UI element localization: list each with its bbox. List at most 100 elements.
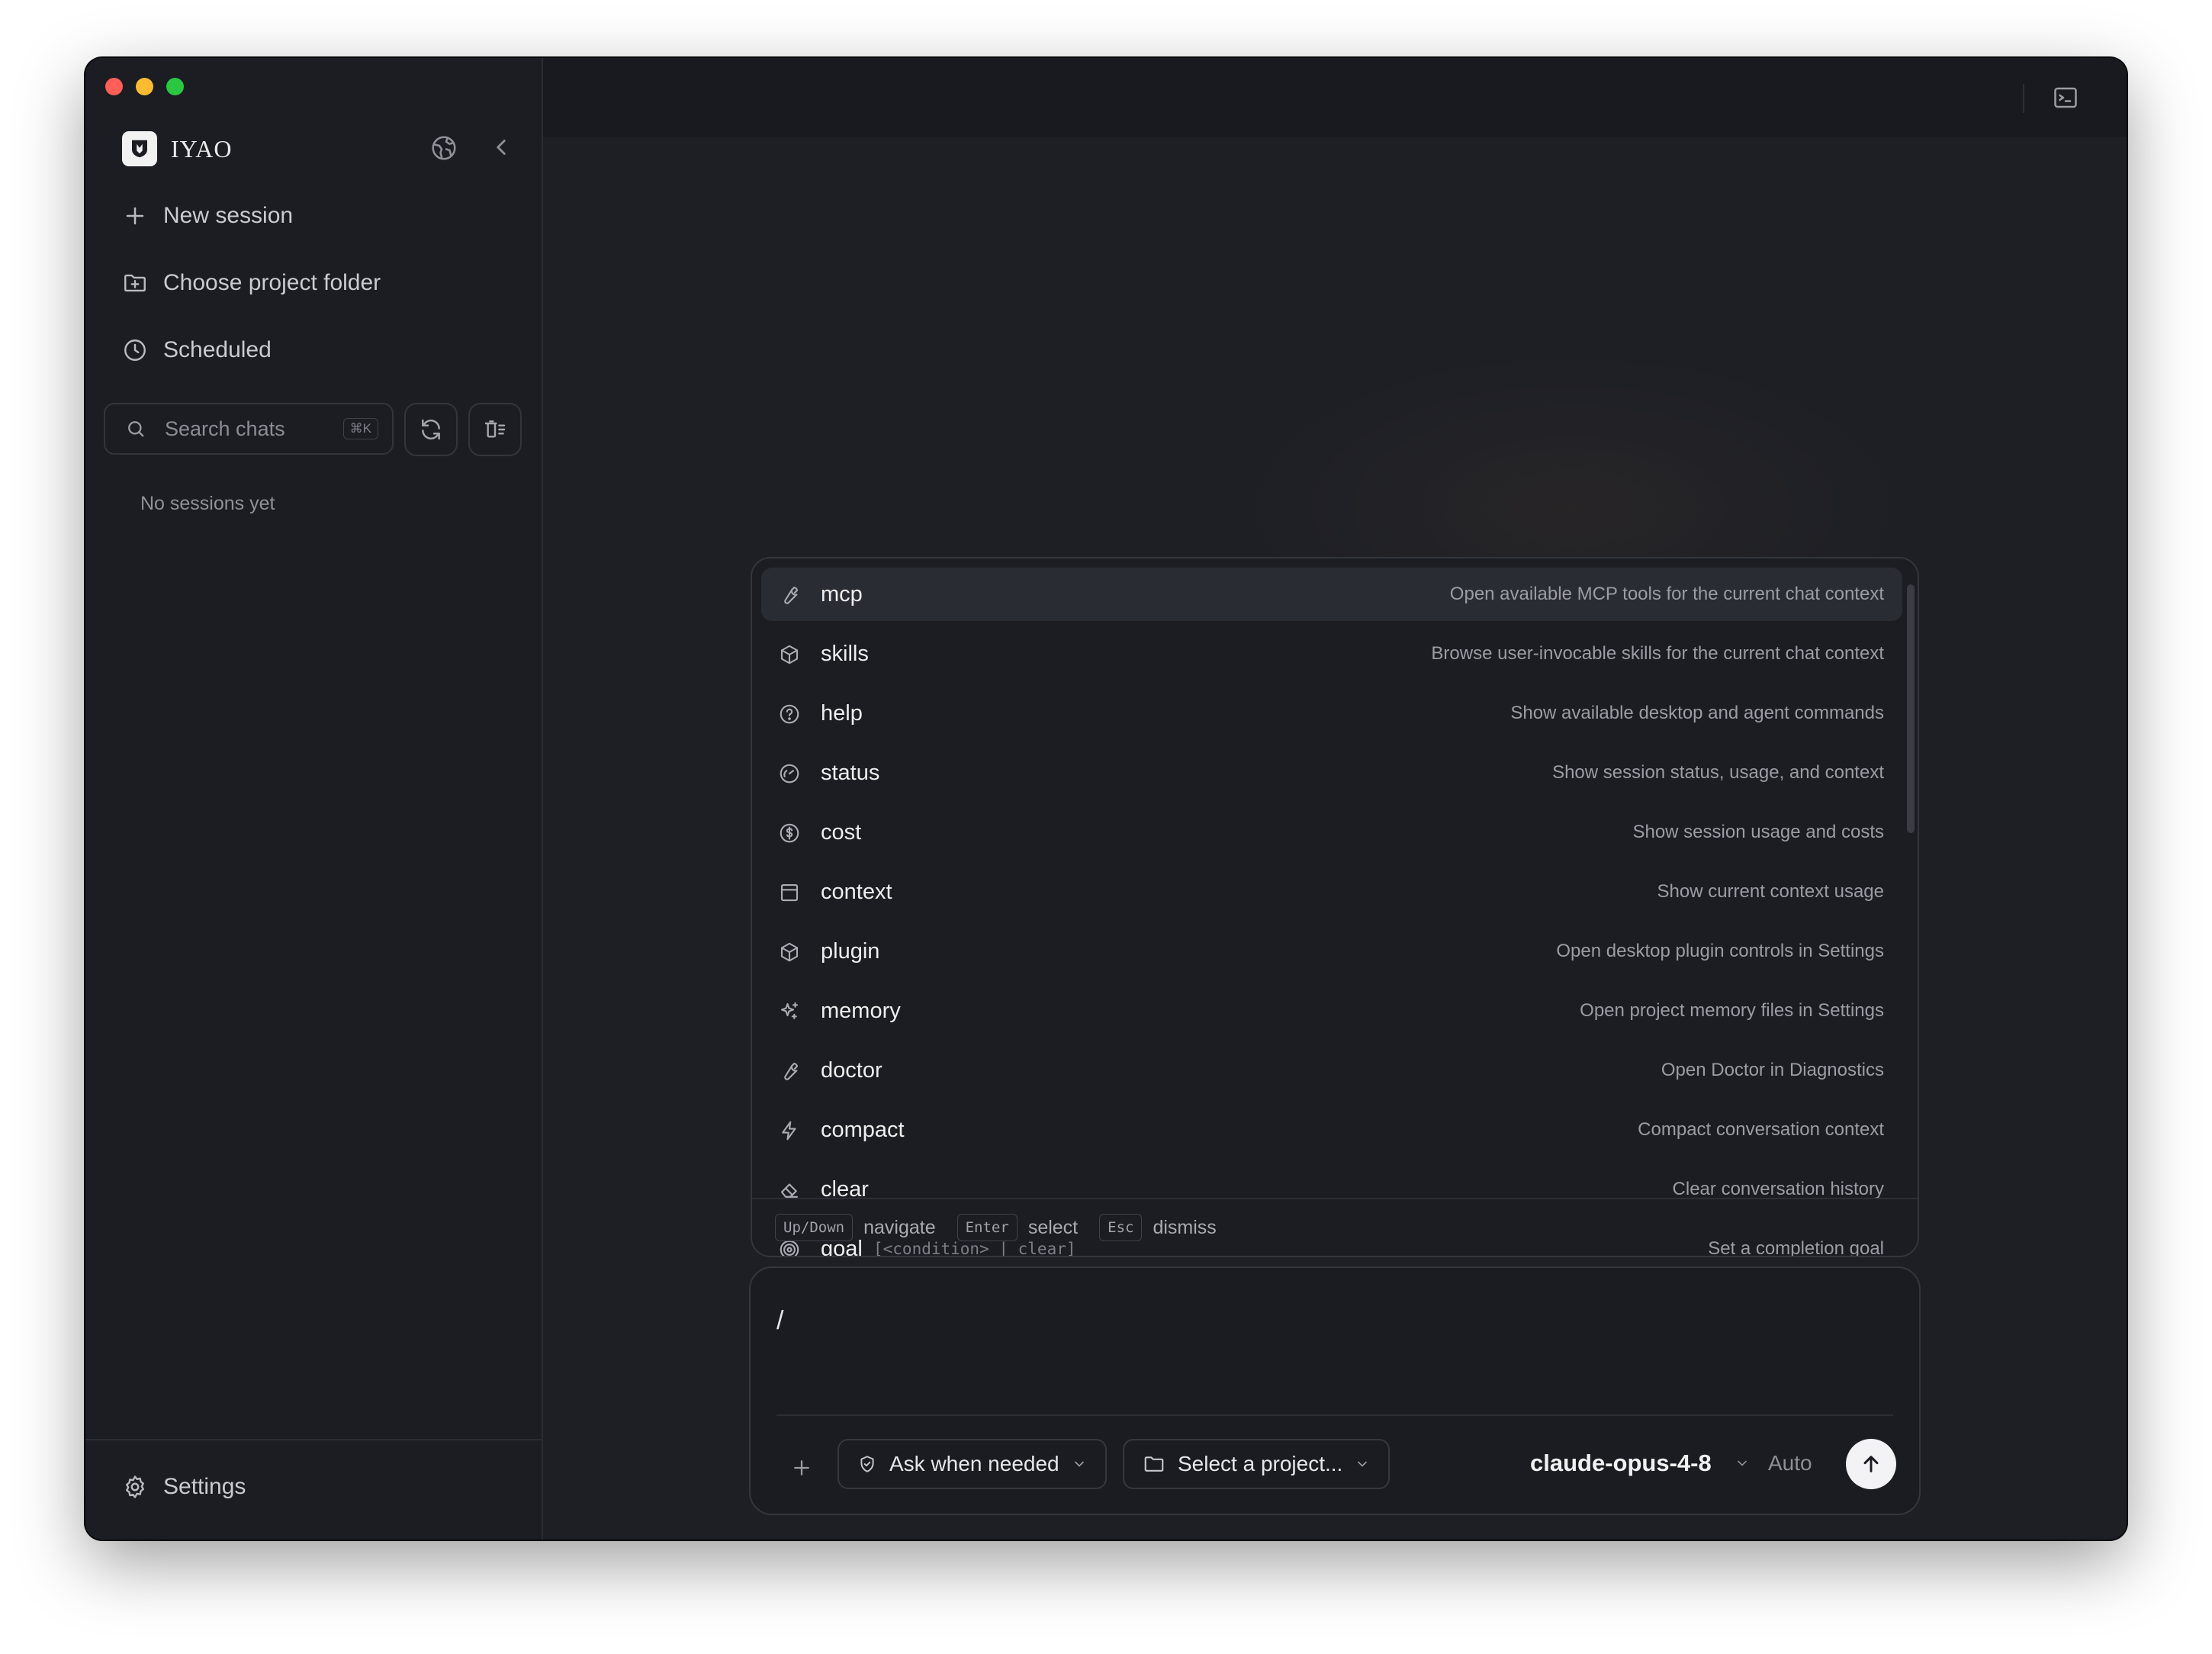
chevron-down-icon[interactable] <box>1735 1456 1750 1475</box>
globe-icon[interactable] <box>430 134 458 166</box>
folder-plus-icon <box>124 274 146 292</box>
command-name: doctor <box>821 1057 883 1083</box>
new-session-label: New session <box>163 203 294 228</box>
help-circle-icon <box>780 704 799 724</box>
command-description: Show session usage and costs <box>1632 822 1884 842</box>
command-description: Show session status, usage, and context <box>1552 762 1884 783</box>
command-description: Open Doctor in Diagnostics <box>1661 1060 1884 1080</box>
app-window: IYAO New session Choose project folder S… <box>85 58 2127 1540</box>
zap-icon <box>782 1121 796 1141</box>
command-item-help[interactable]: help Show available desktop and agent com… <box>761 687 1902 740</box>
command-name: mcp <box>821 581 863 607</box>
choose-project-folder-button[interactable]: Choose project folder <box>122 270 381 296</box>
command-item-memory[interactable]: memory Open project memory files in Setti… <box>761 984 1902 1038</box>
sidebar-divider <box>85 1439 542 1440</box>
command-description: Browse user-invocable skills for the cur… <box>1431 643 1884 664</box>
collapse-sidebar-icon[interactable] <box>488 134 514 164</box>
command-item-status[interactable]: status Show session status, usage, and co… <box>761 746 1902 800</box>
palette-footer: Up/Down navigate Enter select Esc dismis… <box>752 1198 1918 1256</box>
command-item-context[interactable]: context Show current context usage <box>761 865 1902 919</box>
app-name: IYAO <box>171 134 233 163</box>
empty-sessions-text: No sessions yet <box>140 493 275 514</box>
dismiss-key: Esc <box>1099 1214 1143 1241</box>
command-item-compact[interactable]: compact Compact conversation context <box>761 1103 1902 1157</box>
clock-icon <box>124 339 146 361</box>
search-icon <box>128 421 144 437</box>
command-name: cost <box>821 819 862 845</box>
maximize-window-button[interactable] <box>166 78 184 95</box>
command-item-plugin[interactable]: plugin Open desktop plugin controls in Se… <box>761 925 1902 978</box>
command-item-mcp[interactable]: mcp Open available MCP tools for the curr… <box>761 568 1902 621</box>
send-button[interactable] <box>1846 1439 1896 1489</box>
new-session-button[interactable]: New session <box>122 203 293 229</box>
scheduled-button[interactable]: Scheduled <box>122 337 272 363</box>
minimize-window-button[interactable] <box>136 78 153 95</box>
settings-button[interactable]: Settings <box>122 1474 246 1500</box>
settings-label: Settings <box>163 1474 246 1499</box>
command-description: Open desktop plugin controls in Settings <box>1556 941 1884 961</box>
command-name: help <box>821 700 863 726</box>
trash-list-icon <box>484 420 506 438</box>
scheduled-label: Scheduled <box>163 337 272 362</box>
permission-select[interactable]: Ask when needed <box>838 1439 1107 1489</box>
model-selector[interactable]: claude-opus-4-8 <box>1530 1450 1712 1477</box>
top-bar <box>543 58 2127 137</box>
permission-label: Ask when needed <box>889 1452 1059 1475</box>
command-name: skills <box>821 641 869 666</box>
shield-check-icon <box>860 1456 874 1472</box>
top-bar-divider <box>2023 84 2024 113</box>
package-icon <box>780 645 799 664</box>
command-description: Show available desktop and agent command… <box>1510 703 1884 723</box>
composer-divider <box>776 1414 1893 1416</box>
gear-icon <box>126 1475 144 1498</box>
brand: IYAO <box>122 131 232 166</box>
chevron-down-icon <box>1074 1461 1084 1467</box>
command-name: plugin <box>821 938 880 964</box>
arrow-up-icon <box>1863 1456 1879 1472</box>
select-hint: select <box>1027 1216 1079 1238</box>
scrollbar[interactable] <box>1907 584 1915 833</box>
wrench-icon <box>784 1062 799 1080</box>
terminal-icon[interactable] <box>2052 84 2079 115</box>
choose-project-folder-label: Choose project folder <box>163 270 381 295</box>
sidebar: IYAO New session Choose project folder S… <box>85 58 543 1540</box>
dismiss-hint: dismiss <box>1153 1216 1217 1238</box>
command-name: context <box>821 879 892 904</box>
close-window-button[interactable] <box>105 78 123 95</box>
refresh-button[interactable] <box>404 403 458 456</box>
project-label: Select a project... <box>1178 1452 1343 1475</box>
select-key: Enter <box>956 1214 1018 1241</box>
message-input[interactable]: / <box>776 1306 783 1336</box>
search-shortcut: ⌘K <box>342 418 378 439</box>
package-icon <box>780 942 799 962</box>
project-select[interactable]: Select a project... <box>1123 1439 1391 1489</box>
refresh-icon <box>422 419 440 440</box>
command-description: Show current context usage <box>1657 881 1884 902</box>
app-logo-icon <box>122 131 157 166</box>
command-palette: mcp Open available MCP tools for the curr… <box>751 557 1919 1257</box>
command-item-skills[interactable]: skills Browse user-invocable skills for t… <box>761 627 1902 681</box>
sparkles-icon <box>780 1002 799 1019</box>
mode-selector[interactable]: Auto <box>1768 1451 1812 1475</box>
panel-icon <box>780 883 799 902</box>
message-composer: / Ask when needed Select a project... cl… <box>749 1266 1921 1515</box>
command-name: compact <box>821 1117 905 1142</box>
command-description: Compact conversation context <box>1638 1119 1884 1140</box>
command-description: Open project memory files in Settings <box>1580 1000 1884 1021</box>
command-name: memory <box>821 998 901 1023</box>
command-description: Open available MCP tools for the current… <box>1449 584 1884 604</box>
clear-sessions-button[interactable] <box>468 403 522 456</box>
folder-icon <box>1144 1456 1164 1472</box>
window-controls <box>105 78 184 95</box>
wrench-icon <box>784 586 799 604</box>
dollar-circle-icon <box>780 823 799 843</box>
plus-icon <box>126 207 144 225</box>
command-item-doctor[interactable]: doctor Open Doctor in Diagnostics <box>761 1044 1902 1097</box>
command-name: status <box>821 760 880 785</box>
command-item-cost[interactable]: cost Show session usage and costs <box>761 806 1902 859</box>
command-description: Clear conversation history <box>1672 1179 1884 1199</box>
attach-plus-icon[interactable] <box>790 1456 813 1483</box>
navigate-key: Up/Down <box>775 1214 854 1241</box>
search-input[interactable]: Search chats ⌘K <box>104 403 394 455</box>
search-placeholder: Search chats <box>165 417 285 440</box>
